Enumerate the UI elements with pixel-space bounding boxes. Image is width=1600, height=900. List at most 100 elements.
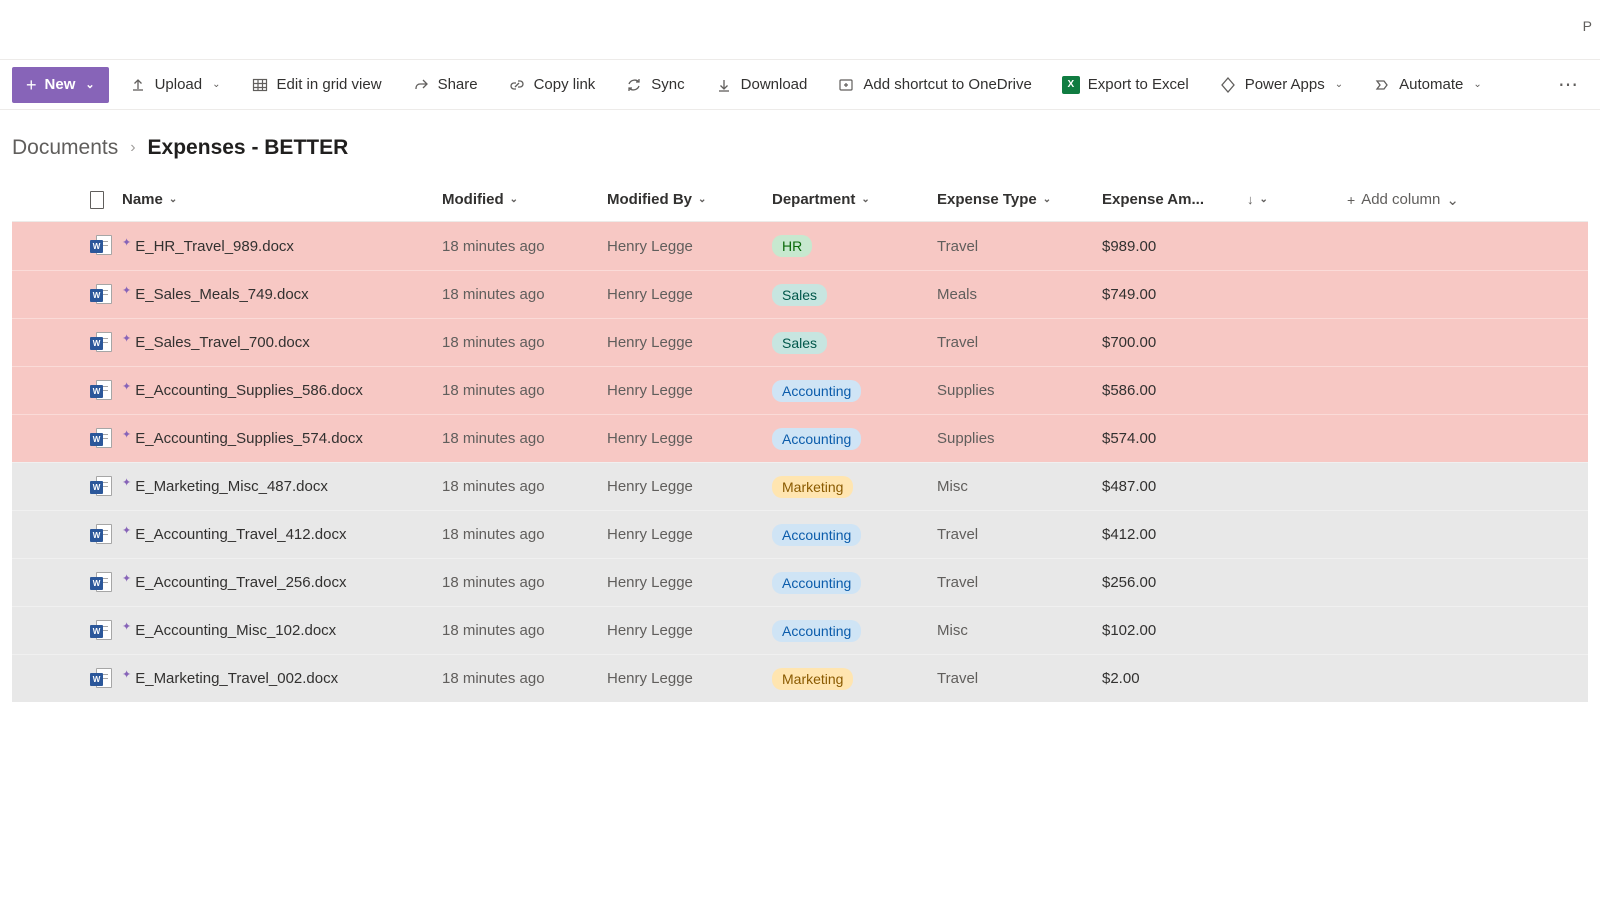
- word-document-icon: W: [90, 620, 112, 642]
- department-cell: Accounting: [772, 380, 937, 402]
- copy-link-label: Copy link: [534, 76, 596, 93]
- column-header-modified-label: Modified: [442, 191, 504, 208]
- department-cell: Sales: [772, 332, 937, 354]
- modified-by-cell: Henry Legge: [607, 286, 772, 303]
- table-row[interactable]: W ✦ E_Accounting_Travel_412.docx 18 minu…: [12, 510, 1588, 558]
- department-pill: Accounting: [772, 428, 861, 450]
- file-name-cell[interactable]: ✦ E_Accounting_Travel_412.docx: [122, 526, 442, 543]
- upload-button[interactable]: Upload ⌄: [119, 70, 231, 100]
- file-name-label: E_Sales_Meals_749.docx: [135, 286, 308, 303]
- file-name-cell[interactable]: ✦ E_Sales_Travel_700.docx: [122, 334, 442, 351]
- column-header-expense-type[interactable]: Expense Type ⌄: [937, 191, 1102, 208]
- column-header-department-label: Department: [772, 191, 855, 208]
- column-header-name-label: Name: [122, 191, 163, 208]
- topbar-right-fragment: P: [1583, 18, 1592, 34]
- add-shortcut-button[interactable]: Add shortcut to OneDrive: [827, 70, 1041, 100]
- column-header-expense-amount[interactable]: Expense Am...: [1102, 191, 1247, 208]
- modified-cell: 18 minutes ago: [442, 478, 607, 495]
- expense-amount-cell: $487.00: [1102, 478, 1247, 495]
- file-name-cell[interactable]: ✦ E_Marketing_Travel_002.docx: [122, 670, 442, 687]
- table-row[interactable]: W ✦ E_Accounting_Misc_102.docx 18 minute…: [12, 606, 1588, 654]
- column-header-type[interactable]: [72, 191, 122, 209]
- word-document-icon: W: [90, 380, 112, 402]
- expense-amount-cell: $749.00: [1102, 286, 1247, 303]
- department-cell: Accounting: [772, 620, 937, 642]
- download-icon: [715, 76, 733, 94]
- expense-type-cell: Misc: [937, 622, 1102, 639]
- copy-link-button[interactable]: Copy link: [498, 70, 606, 100]
- modified-by-cell: Henry Legge: [607, 526, 772, 543]
- table-row[interactable]: W ✦ E_Marketing_Travel_002.docx 18 minut…: [12, 654, 1588, 702]
- word-document-icon: W: [90, 428, 112, 450]
- modified-by-cell: Henry Legge: [607, 334, 772, 351]
- file-name-label: E_Accounting_Misc_102.docx: [135, 622, 336, 639]
- share-button[interactable]: Share: [402, 70, 488, 100]
- file-type-cell: W: [72, 476, 122, 498]
- table-row[interactable]: W ✦ E_Accounting_Supplies_574.docx 18 mi…: [12, 414, 1588, 462]
- add-column-button[interactable]: + Add column ⌄: [1347, 191, 1527, 209]
- upload-icon: [129, 76, 147, 94]
- chevron-down-icon: ⌄: [1043, 194, 1051, 205]
- more-commands-button[interactable]: ⋯: [1548, 69, 1588, 101]
- department-pill: Marketing: [772, 668, 853, 690]
- department-pill: Accounting: [772, 380, 861, 402]
- edit-grid-button[interactable]: Edit in grid view: [241, 70, 392, 100]
- column-header-sort[interactable]: ↓ ⌄: [1247, 192, 1347, 207]
- download-label: Download: [741, 76, 808, 93]
- sort-descending-icon: ↓: [1247, 192, 1254, 207]
- department-cell: Accounting: [772, 572, 937, 594]
- new-button[interactable]: + New ⌄: [12, 67, 109, 103]
- file-type-cell: W: [72, 572, 122, 594]
- column-header-modified-by[interactable]: Modified By ⌄: [607, 191, 772, 208]
- modified-cell: 18 minutes ago: [442, 574, 607, 591]
- file-name-cell[interactable]: ✦ E_Sales_Meals_749.docx: [122, 286, 442, 303]
- new-button-label: New: [45, 76, 76, 93]
- department-cell: Marketing: [772, 476, 937, 498]
- power-apps-button[interactable]: Power Apps ⌄: [1209, 70, 1353, 100]
- table-row[interactable]: W ✦ E_Accounting_Travel_256.docx 18 minu…: [12, 558, 1588, 606]
- file-name-label: E_Accounting_Supplies_574.docx: [135, 430, 363, 447]
- export-excel-label: Export to Excel: [1088, 76, 1189, 93]
- automate-icon: [1373, 76, 1391, 94]
- file-name-label: E_Accounting_Travel_256.docx: [135, 574, 346, 591]
- file-name-cell[interactable]: ✦ E_Accounting_Misc_102.docx: [122, 622, 442, 639]
- modified-cell: 18 minutes ago: [442, 622, 607, 639]
- expense-type-cell: Supplies: [937, 382, 1102, 399]
- word-document-icon: W: [90, 524, 112, 546]
- file-name-label: E_Marketing_Misc_487.docx: [135, 478, 328, 495]
- modified-by-cell: Henry Legge: [607, 574, 772, 591]
- top-app-bar: P: [0, 0, 1600, 60]
- breadcrumb-current: Expenses - BETTER: [148, 136, 349, 160]
- automate-button[interactable]: Automate ⌄: [1363, 70, 1492, 100]
- modified-by-cell: Henry Legge: [607, 238, 772, 255]
- table-row[interactable]: W ✦ E_Accounting_Supplies_586.docx 18 mi…: [12, 366, 1588, 414]
- file-name-cell[interactable]: ✦ E_HR_Travel_989.docx: [122, 238, 442, 255]
- expense-type-cell: Travel: [937, 238, 1102, 255]
- chevron-down-icon: ⌄: [1260, 194, 1268, 205]
- column-header-modified[interactable]: Modified ⌄: [442, 191, 607, 208]
- file-name-cell[interactable]: ✦ E_Accounting_Travel_256.docx: [122, 574, 442, 591]
- file-name-cell[interactable]: ✦ E_Marketing_Misc_487.docx: [122, 478, 442, 495]
- department-pill: Marketing: [772, 476, 853, 498]
- sync-button[interactable]: Sync: [615, 70, 694, 100]
- download-button[interactable]: Download: [705, 70, 818, 100]
- table-row[interactable]: W ✦ E_Sales_Travel_700.docx 18 minutes a…: [12, 318, 1588, 366]
- document-icon: [90, 191, 104, 209]
- expense-type-cell: Travel: [937, 670, 1102, 687]
- file-type-cell: W: [72, 620, 122, 642]
- export-excel-button[interactable]: X Export to Excel: [1052, 70, 1199, 100]
- table-row[interactable]: W ✦ E_HR_Travel_989.docx 18 minutes ago …: [12, 222, 1588, 270]
- table-row[interactable]: W ✦ E_Sales_Meals_749.docx 18 minutes ag…: [12, 270, 1588, 318]
- expense-type-cell: Travel: [937, 574, 1102, 591]
- column-header-name[interactable]: Name ⌄: [122, 191, 442, 208]
- modified-cell: 18 minutes ago: [442, 286, 607, 303]
- plus-icon: +: [26, 76, 37, 94]
- modified-by-cell: Henry Legge: [607, 382, 772, 399]
- column-header-department[interactable]: Department ⌄: [772, 191, 937, 208]
- department-pill: Sales: [772, 284, 827, 306]
- file-name-cell[interactable]: ✦ E_Accounting_Supplies_586.docx: [122, 382, 442, 399]
- table-row[interactable]: W ✦ E_Marketing_Misc_487.docx 18 minutes…: [12, 462, 1588, 510]
- breadcrumb-parent[interactable]: Documents: [12, 136, 118, 160]
- chevron-down-icon: ⌄: [85, 78, 94, 91]
- file-name-cell[interactable]: ✦ E_Accounting_Supplies_574.docx: [122, 430, 442, 447]
